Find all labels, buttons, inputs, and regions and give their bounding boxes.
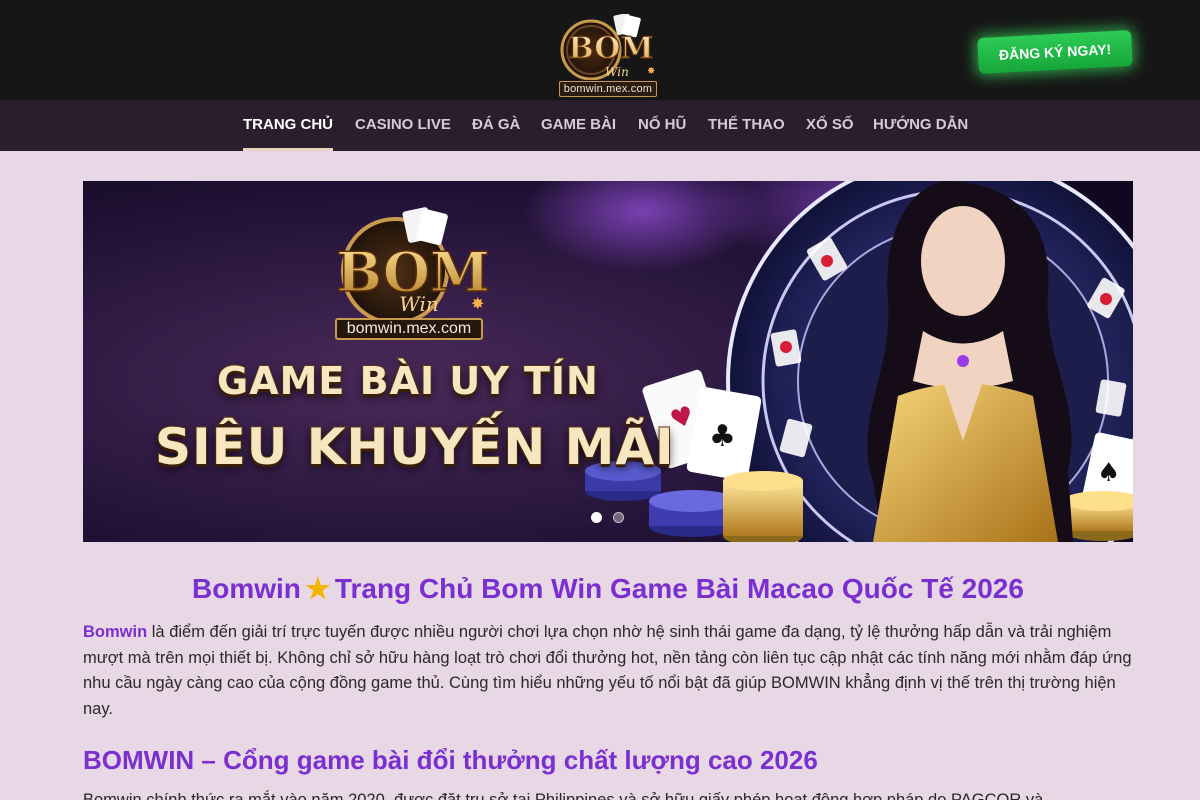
site-header: BOM Win ✸ bomwin.mex.com ĐĂNG KÝ NGAY! (0, 0, 1200, 100)
nav-item-casino-live[interactable]: CASINO LIVE (355, 100, 451, 151)
svg-text:♠: ♠ (1097, 458, 1120, 488)
site-logo[interactable]: BOM Win ✸ bomwin.mex.com (557, 12, 659, 98)
hero-banner[interactable]: ♥ ♣ ♠ BOM Win ✸ bomwin.mex.com GAME BÀI … (83, 181, 1133, 542)
svg-text:♣: ♣ (709, 419, 736, 454)
bomwin-link[interactable]: Bomwin (83, 623, 147, 641)
register-button[interactable]: ĐĂNG KÝ NGAY! (977, 29, 1133, 75)
slider-dot-active[interactable] (591, 512, 602, 523)
hero-headline: GAME BÀI UY TÍN (216, 358, 599, 404)
intro-paragraph: Bomwin là điểm đến giải trí trực tuyến đ… (83, 620, 1135, 723)
hero-logo-script: Win (399, 292, 438, 316)
nav-item-slots[interactable]: NỔ HŨ (638, 100, 686, 151)
nav-item-home[interactable]: TRANG CHỦ (243, 100, 333, 151)
nav-item-lottery[interactable]: XỔ SỐ (806, 100, 854, 151)
logo-emblem-icon: BOM Win ✸ (560, 14, 655, 80)
hero-logo-domain: bomwin.mex.com (335, 318, 483, 340)
intro-text: là điểm đến giải trí trực tuyến được nhi… (83, 623, 1132, 719)
star-icon: ★ (305, 573, 331, 604)
logo-domain: bomwin.mex.com (559, 81, 657, 97)
page-title-text: Trang Chủ Bom Win Game Bài Macao Quốc Tế… (334, 573, 1024, 604)
section-heading: BOMWIN – Cổng game bài đổi thưởng chất l… (83, 745, 818, 775)
body-paragraph: Bomwin chính thức ra mắt vào năm 2020, đ… (83, 791, 1044, 800)
svg-text:✸: ✸ (647, 66, 655, 77)
slider-dot[interactable] (613, 512, 624, 523)
nav-item-cockfight[interactable]: ĐÁ GÀ (472, 100, 520, 151)
page-title: Bomwin ★ Trang Chủ Bom Win Game Bài Macao … (83, 570, 1133, 608)
nav-item-card-games[interactable]: GAME BÀI (541, 100, 616, 151)
logo-wordmark: BOM (568, 31, 653, 66)
page-title-brand: Bomwin (192, 573, 301, 604)
nav-item-guide[interactable]: HƯỚNG DẪN (873, 100, 968, 151)
svg-text:✸: ✸ (471, 294, 484, 313)
nav-item-sports[interactable]: THỂ THAO (708, 100, 785, 151)
main-nav: TRANG CHỦ CASINO LIVE ĐÁ GÀ GAME BÀI NỔ … (0, 100, 1200, 151)
hero-subheadline: SIÊU KHUYẾN MÃI (154, 417, 675, 477)
logo-script: Win (605, 65, 629, 79)
